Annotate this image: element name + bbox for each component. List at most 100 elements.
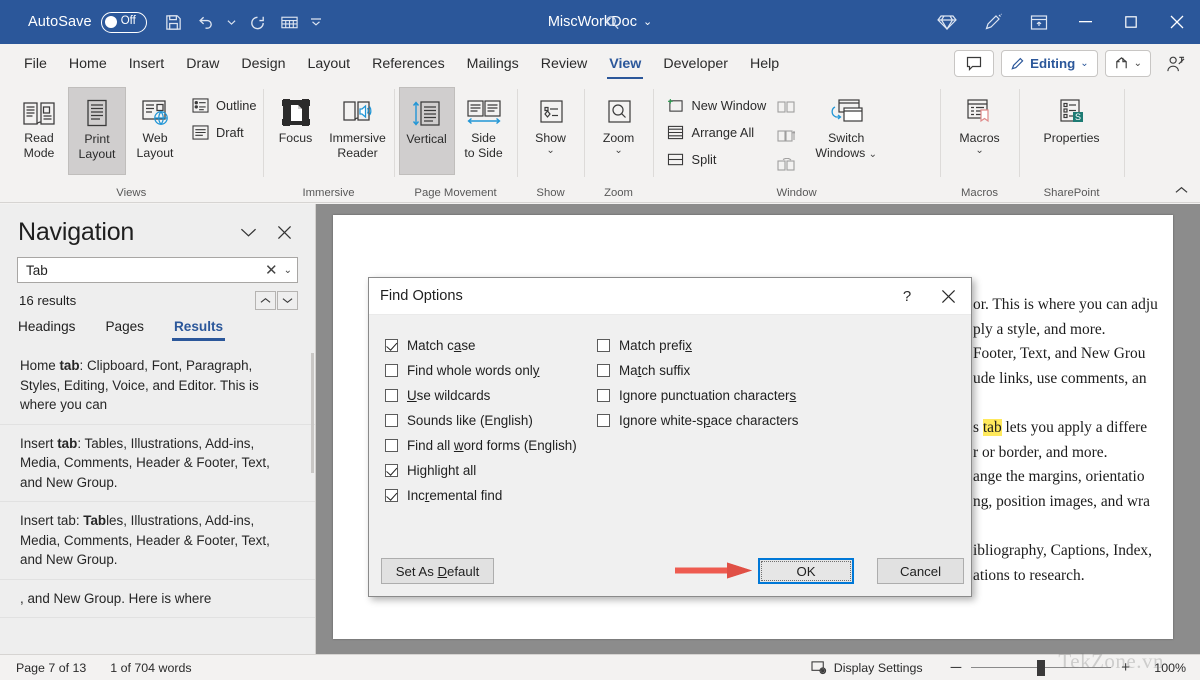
checkbox-ignore-punctuation[interactable]: Ignore punctuation characters	[597, 383, 927, 408]
undo-dropdown-icon[interactable]	[222, 7, 242, 37]
checkbox-box[interactable]	[385, 339, 398, 352]
tab-review[interactable]: Review	[530, 44, 599, 83]
navigation-close-icon[interactable]	[273, 222, 295, 244]
tab-mailings[interactable]: Mailings	[456, 44, 530, 83]
tab-draw[interactable]: Draw	[175, 44, 230, 83]
checkbox-highlight-all[interactable]: Highlight all	[385, 458, 645, 483]
navigation-scrollbar[interactable]	[310, 347, 315, 680]
macros-button[interactable]: Macros ⌄	[947, 87, 1013, 175]
status-page[interactable]: Page 7 of 13	[0, 661, 98, 675]
ok-button[interactable]: OK	[758, 558, 854, 584]
list-item[interactable]: Insert tab: Tables, Illustrations, Add-i…	[0, 502, 315, 580]
search-options-chevron-down-icon[interactable]: ⌄	[284, 265, 292, 276]
checkbox-find-all-word-forms[interactable]: Find all word forms (English)	[385, 433, 645, 458]
checkbox-box[interactable]	[597, 414, 610, 427]
checkbox-box[interactable]	[385, 414, 398, 427]
tab-view[interactable]: View	[598, 44, 652, 83]
status-word-count[interactable]: 1 of 704 words	[98, 661, 203, 675]
read-mode-button[interactable]: Read Mode	[10, 87, 68, 175]
tab-home[interactable]: Home	[58, 44, 118, 83]
checkbox-ignore-whitespace[interactable]: Ignore white-space characters	[597, 408, 927, 433]
table-icon[interactable]	[274, 7, 306, 37]
zoom-in-button[interactable]: +	[1111, 660, 1140, 675]
checkbox-match-prefix[interactable]: Match prefix	[597, 333, 927, 358]
redo-icon[interactable]	[242, 7, 274, 37]
autosave-toggle[interactable]: Off	[100, 11, 147, 33]
checkbox-match-suffix[interactable]: Match suffix	[597, 358, 927, 383]
checkbox-box[interactable]	[385, 389, 398, 402]
share-button[interactable]: ⌄	[1104, 50, 1151, 77]
tab-insert[interactable]: Insert	[118, 44, 175, 83]
save-icon[interactable]	[158, 7, 190, 37]
checkbox-box[interactable]	[597, 364, 610, 377]
set-as-default-button[interactable]: Set As Default	[381, 558, 494, 584]
show-button[interactable]: Show ⌄	[522, 87, 580, 175]
print-layout-button[interactable]: Print Layout	[68, 87, 126, 175]
undo-icon[interactable]	[190, 7, 222, 37]
tab-design[interactable]: Design	[230, 44, 296, 83]
previous-result-button[interactable]	[255, 291, 276, 310]
cancel-button[interactable]: Cancel	[877, 558, 964, 584]
list-item[interactable]: , and New Group. Here is where	[0, 580, 315, 618]
checkbox-box[interactable]	[385, 439, 398, 452]
zoom-button[interactable]: Zoom ⌄	[590, 87, 648, 175]
navigation-results-list[interactable]: Home tab: Clipboard, Font, Paragraph, St…	[0, 347, 315, 680]
macros-chevron-down-icon[interactable]: ⌄	[975, 146, 983, 156]
editing-mode-button[interactable]: Editing ⌄	[1001, 50, 1098, 77]
outline-button[interactable]: Outline	[184, 92, 263, 118]
minimize-button[interactable]	[1062, 0, 1108, 44]
quick-access-more-icon[interactable]	[306, 7, 326, 37]
zoom-out-button[interactable]: ─	[941, 660, 972, 675]
checkbox-incremental-find[interactable]: Incremental find	[385, 483, 645, 508]
split-button[interactable]: Split	[660, 146, 773, 172]
dialog-close-button[interactable]	[925, 278, 971, 314]
search-input[interactable]: Tab ✕ ⌄	[17, 257, 298, 283]
switch-windows-button[interactable]: Switch Windows ⌄	[810, 87, 882, 175]
tab-headings[interactable]: Headings	[18, 319, 75, 341]
focus-button[interactable]: Focus	[267, 87, 325, 175]
comments-button[interactable]	[954, 50, 995, 77]
properties-button[interactable]: S Properties	[1036, 87, 1108, 175]
immersive-reader-button[interactable]: Immersive Reader	[325, 87, 391, 175]
tab-help[interactable]: Help	[739, 44, 790, 83]
tab-file[interactable]: File	[13, 44, 58, 83]
share-chevron-down-icon[interactable]: ⌄	[1134, 58, 1142, 69]
vertical-button[interactable]: Vertical	[398, 87, 455, 175]
close-button[interactable]	[1154, 0, 1200, 44]
checkbox-box[interactable]	[385, 364, 398, 377]
web-layout-button[interactable]: Web Layout	[126, 87, 184, 175]
tab-layout[interactable]: Layout	[297, 44, 362, 83]
tab-pages[interactable]: Pages	[105, 319, 144, 341]
display-settings-button[interactable]: Display Settings	[811, 660, 941, 675]
zoom-slider-thumb[interactable]	[1037, 659, 1046, 676]
chevron-down-icon[interactable]: ⌄	[1080, 58, 1088, 69]
checkbox-box[interactable]	[385, 489, 398, 502]
tab-developer[interactable]: Developer	[652, 44, 739, 83]
checkbox-box[interactable]	[385, 464, 398, 477]
arrange-all-button[interactable]: Arrange All	[660, 119, 773, 145]
side-to-side-button[interactable]: Side to Side	[455, 87, 513, 175]
maximize-button[interactable]	[1108, 0, 1154, 44]
collapse-ribbon-button[interactable]	[1170, 180, 1192, 200]
clear-icon[interactable]: ✕	[263, 263, 284, 278]
person-add-icon[interactable]	[1158, 49, 1192, 79]
tab-results[interactable]: Results	[171, 319, 226, 341]
draft-button[interactable]: Draft	[184, 119, 263, 145]
dialog-help-button[interactable]: ?	[889, 278, 925, 314]
tab-references[interactable]: References	[361, 44, 456, 83]
list-item[interactable]: Home tab: Clipboard, Font, Paragraph, St…	[0, 347, 315, 425]
search-box[interactable]	[604, 10, 884, 34]
zoom-slider[interactable]	[971, 659, 1112, 676]
navigation-scrollbar-thumb[interactable]	[311, 353, 314, 473]
zoom-percent-label[interactable]: 100%	[1140, 661, 1186, 675]
ribbon-display-options-icon[interactable]	[1016, 0, 1062, 44]
list-item[interactable]: Insert tab: Tables, Illustrations, Add-i…	[0, 425, 315, 502]
pen-icon[interactable]	[970, 0, 1016, 44]
new-window-button[interactable]: New Window	[660, 92, 773, 118]
zoom-chevron-down-icon[interactable]: ⌄	[614, 146, 622, 156]
checkbox-box[interactable]	[597, 339, 610, 352]
next-result-button[interactable]	[277, 291, 298, 310]
switch-windows-chevron-down-icon[interactable]: ⌄	[869, 149, 877, 160]
show-chevron-down-icon[interactable]: ⌄	[546, 146, 554, 156]
navigation-options-chevron-down-icon[interactable]	[237, 222, 259, 244]
